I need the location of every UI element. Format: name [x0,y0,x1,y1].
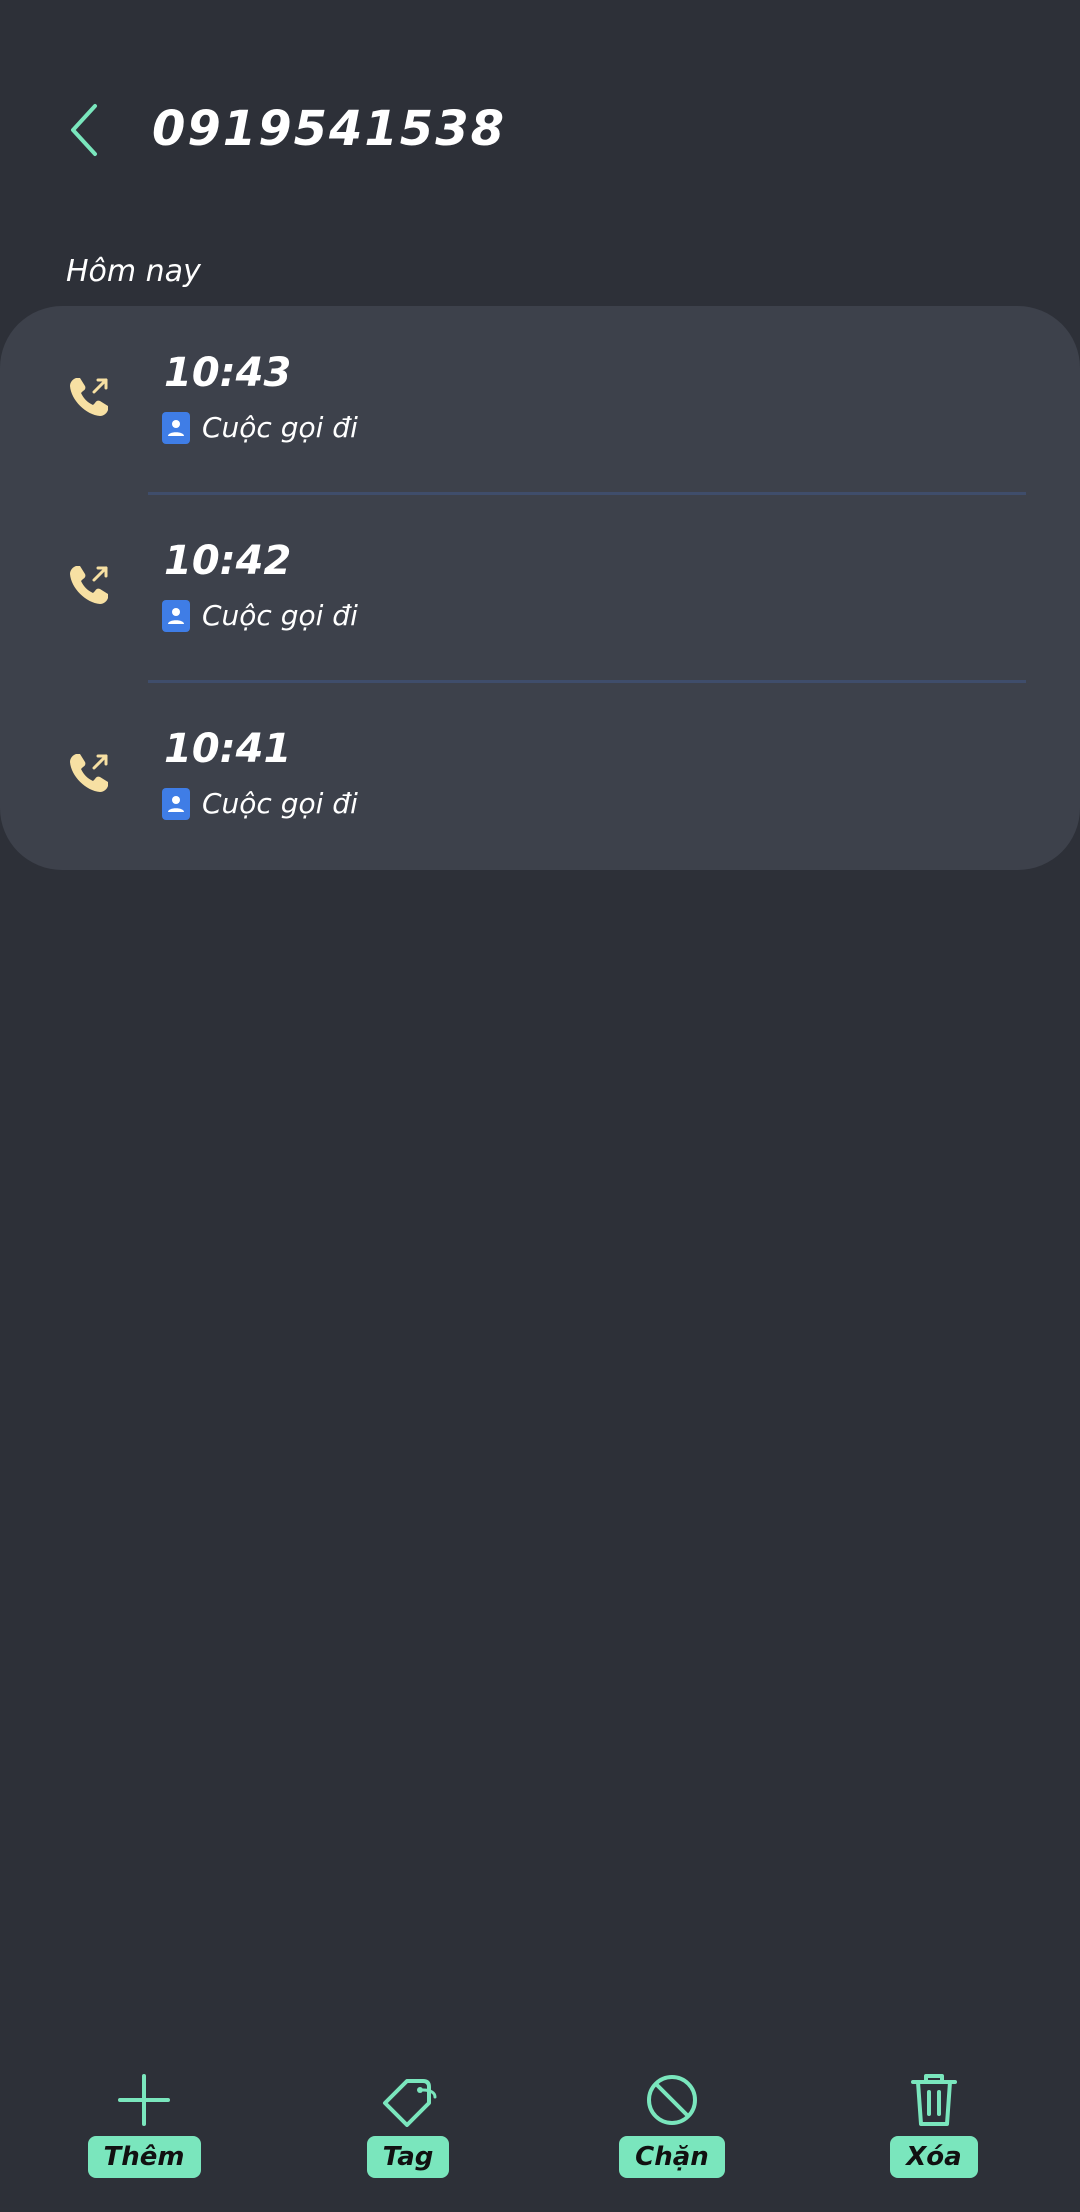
call-type-label: Cuộc gọi đi [202,599,358,632]
tag-button-label: Tag [366,2136,450,2178]
call-type: Cuộc gọi đi [162,598,358,634]
header: 0919541538 [0,0,1080,200]
call-time: 10:41 [164,726,292,772]
block-icon [642,2070,702,2130]
delete-button[interactable]: Xóa [886,2070,982,2178]
add-button-label: Thêm [87,2136,201,2178]
block-button[interactable]: Chặn [619,2070,725,2178]
plus-icon [114,2070,174,2130]
call-type: Cuộc gọi đi [162,410,358,446]
call-log-row[interactable]: 10:43 Cuộc gọi đi [0,306,1080,494]
call-log-row[interactable]: 10:42 Cuộc gọi đi [0,494,1080,682]
call-history-card: 10:43 Cuộc gọi đi 10:42 Cuộc gọi đi 10:4… [0,306,1080,870]
call-type-label: Cuộc gọi đi [202,787,358,820]
outgoing-call-icon [70,378,108,416]
call-type: Cuộc gọi đi [162,786,358,822]
block-button-label: Chặn [619,2136,725,2178]
chevron-left-icon [71,104,97,156]
contact-icon [162,788,190,820]
back-button[interactable] [52,92,116,168]
outgoing-call-icon [70,566,108,604]
contact-icon [162,412,190,444]
bottom-action-bar: Thêm Tag Chặn Xóa [0,2070,1080,2212]
add-button[interactable]: Thêm [87,2070,201,2178]
call-time: 10:43 [164,350,292,396]
contact-icon [162,600,190,632]
outgoing-call-icon [70,754,108,792]
section-label-today: Hôm nay [66,254,201,289]
tag-icon [378,2070,438,2130]
call-type-label: Cuộc gọi đi [202,411,358,444]
call-time: 10:42 [164,538,292,584]
trash-icon [904,2070,964,2130]
page-title: 0919541538 [152,101,506,157]
call-log-row[interactable]: 10:41 Cuộc gọi đi [0,682,1080,870]
delete-button-label: Xóa [890,2136,978,2178]
tag-button[interactable]: Tag [360,2070,456,2178]
